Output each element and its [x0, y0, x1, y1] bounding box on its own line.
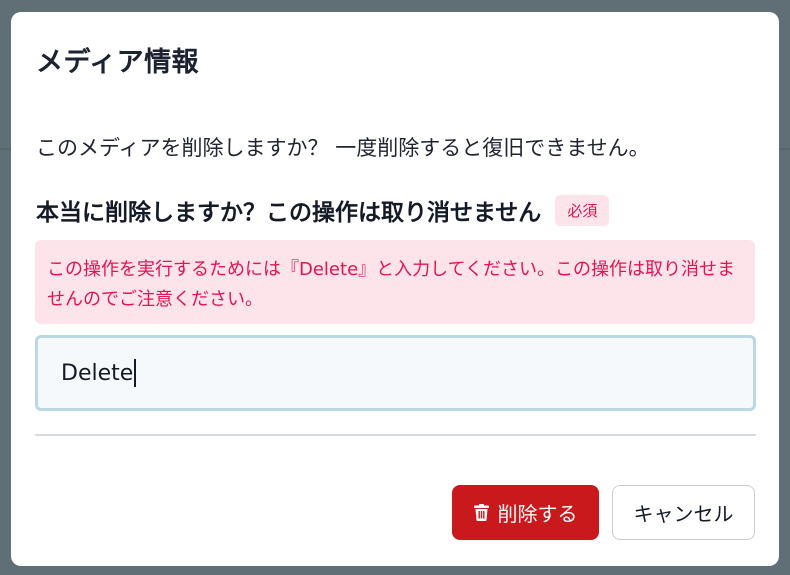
required-badge: 必須	[555, 194, 610, 226]
delete-description: このメディアを削除しますか？ 一度削除すると復旧できません。	[36, 136, 650, 160]
confirm-field-label-text: 本当に削除しますか？この操作は取り消せません	[36, 200, 542, 226]
confirm-delete-input[interactable]: Delete	[35, 335, 756, 411]
confirm-field-label: 本当に削除しますか？この操作は取り消せません 必須	[36, 193, 610, 227]
footer-divider	[35, 434, 756, 436]
delete-button[interactable]: 削除する	[452, 485, 599, 540]
cancel-button[interactable]: キャンセル	[612, 485, 755, 540]
dialog-title: メディア情報	[36, 47, 200, 78]
media-info-dialog: メディア情報 このメディアを削除しますか？ 一度削除すると復旧できません。 本当…	[11, 12, 779, 566]
confirm-hint-alert: この操作を実行するためには『Delete』と入力してください。この操作は取り消せ…	[35, 240, 755, 324]
text-caret	[134, 359, 136, 387]
confirm-delete-input-value: Delete	[61, 360, 134, 386]
trash-icon	[473, 504, 489, 521]
delete-button-label: 削除する	[497, 502, 578, 526]
